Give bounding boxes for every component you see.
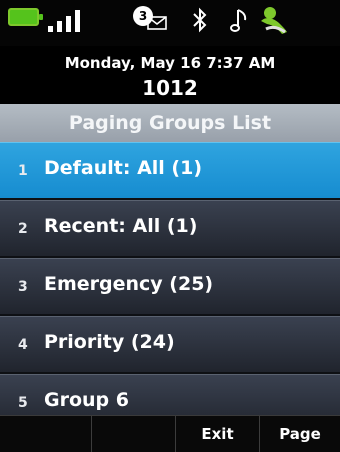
battery-full-icon — [8, 8, 43, 26]
status-bar: 3 — [0, 0, 340, 46]
list-item-number: 1 — [18, 163, 28, 179]
date-time-label: Monday, May 16 7:37 AM — [64, 54, 276, 72]
list-item-number: 4 — [18, 337, 28, 353]
list-item[interactable]: 2 Recent: All (1) — [0, 200, 340, 258]
page-title: Paging Groups List — [0, 104, 340, 142]
list-item-label: Group 6 — [44, 389, 129, 411]
bluetooth-icon — [193, 7, 207, 33]
softkey-2[interactable] — [91, 416, 175, 452]
list-item-label: Recent: All (1) — [44, 215, 198, 237]
list-item-label: Priority (24) — [44, 331, 175, 353]
list-item-label: Default: All (1) — [44, 157, 203, 179]
extension-number: 1012 — [142, 76, 198, 100]
messages-indicator[interactable]: 3 — [133, 6, 173, 34]
date-time-header: Monday, May 16 7:37 AM 1012 — [0, 46, 340, 104]
page-button[interactable]: Page — [259, 416, 340, 452]
paging-groups-list: 1 Default: All (1) 2 Recent: All (1) 3 E… — [0, 142, 340, 415]
exit-button[interactable]: Exit — [175, 416, 259, 452]
phone-handset-icon — [261, 7, 287, 34]
list-item[interactable]: 3 Emergency (25) — [0, 258, 340, 316]
envelope-icon — [147, 16, 167, 30]
list-item[interactable]: 4 Priority (24) — [0, 316, 340, 374]
list-item-number: 5 — [18, 395, 28, 411]
music-note-icon — [230, 9, 247, 32]
softkey-bar: Exit Page — [0, 415, 340, 452]
list-item-number: 2 — [18, 221, 28, 237]
list-item[interactable]: 1 Default: All (1) — [0, 142, 340, 200]
list-item-label: Emergency (25) — [44, 273, 214, 295]
softkey-1[interactable] — [0, 416, 91, 452]
list-item[interactable]: 5 Group 6 — [0, 374, 340, 415]
signal-strength-icon — [48, 10, 86, 32]
list-item-number: 3 — [18, 279, 28, 295]
